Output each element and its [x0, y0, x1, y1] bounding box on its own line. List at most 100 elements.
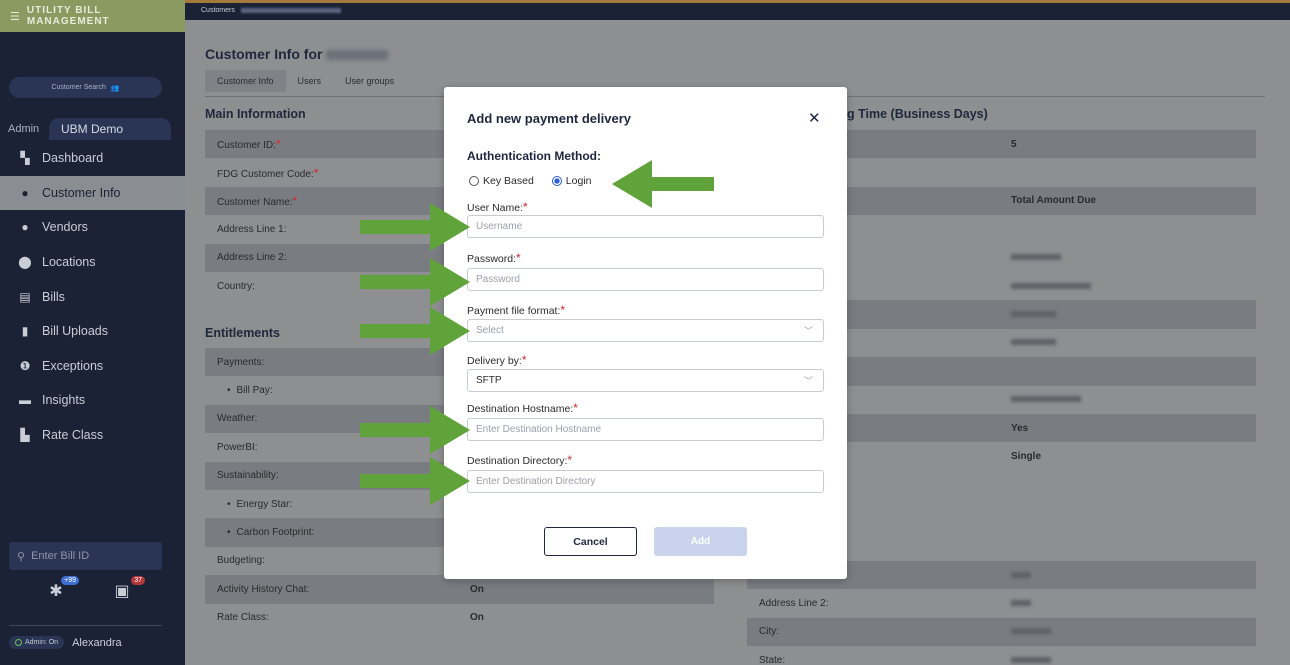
chevron-down-icon: ﹀	[803, 376, 813, 386]
add-button[interactable]: Add	[654, 527, 747, 556]
auth-method-label: Authentication Method:	[467, 149, 601, 163]
dialog-title: Add new payment delivery	[467, 111, 631, 126]
address-label: Address Line 2:	[759, 598, 829, 610]
sidebar-item-insights[interactable]: ▬ Insights	[0, 383, 185, 418]
sidebar-item-label: Vendors	[42, 220, 88, 235]
sidebar-item-bills[interactable]: ▤ Bills	[0, 279, 185, 314]
admin-toggle-label: Admin: On	[25, 639, 59, 646]
tabs: Customer Info Users User groups	[205, 70, 406, 92]
asterisk-icon[interactable]: ✱ +99	[45, 576, 79, 603]
tab-customer-info[interactable]: Customer Info	[205, 70, 286, 92]
breadcrumb-root[interactable]: Customers	[201, 7, 235, 14]
building-icon: ▙	[20, 428, 30, 443]
directory-label-text: Destination Directory:	[467, 455, 568, 467]
address-label: State:	[759, 654, 786, 665]
notification-badges: ✱ +99 ▣ 37	[45, 576, 145, 603]
close-icon[interactable]: ✕	[808, 109, 821, 127]
delivery-label-text: Delivery by:	[467, 355, 522, 367]
username-placeholder: Username	[476, 221, 523, 232]
arrow-annotation-icon	[360, 258, 470, 306]
redacted-text	[1000, 655, 1051, 665]
divider	[9, 625, 162, 626]
customer-search-button[interactable]: Customer Search 👥	[9, 77, 162, 98]
entitlement-label: Rate Class:	[217, 612, 269, 624]
user-name[interactable]: Alexandra	[72, 637, 122, 649]
entitlement-value: On	[470, 583, 484, 595]
info-label: FDG Customer Code:*	[205, 166, 459, 180]
count-badge: 37	[131, 576, 145, 585]
password-placeholder: Password	[476, 274, 520, 285]
bill-id-placeholder: Enter Bill ID	[31, 550, 90, 562]
required-mark: *	[560, 303, 566, 317]
person-icon: ●	[21, 185, 29, 200]
sidebar-item-label: Bills	[42, 289, 65, 304]
info-label-text: Customer Name:	[217, 196, 293, 208]
sidebar-item-locations[interactable]: ⬤ Locations	[0, 245, 185, 280]
entitlement-row: Activity History Chat: On	[205, 575, 714, 604]
format-label: Payment file format:*	[467, 303, 565, 317]
entitlement-label-text: Carbon Footprint:	[236, 527, 315, 539]
payment-format-select[interactable]: Select ﹀	[467, 319, 824, 342]
cancel-button[interactable]: Cancel	[544, 527, 637, 556]
password-label-text: Password:	[467, 253, 517, 265]
redacted-text	[1000, 598, 1031, 609]
delivery-by-select[interactable]: SFTP ﹀	[467, 369, 824, 392]
sidebar: ☰ UTILITY BILL MANAGEMENT Customer Searc…	[0, 0, 185, 665]
entitlement-label: • Carbon Footprint:	[227, 527, 315, 539]
entitlements-heading: Entitlements	[205, 326, 281, 340]
radio-login[interactable]: Login	[551, 175, 592, 187]
sidebar-item-exceptions[interactable]: ❶ Exceptions	[0, 349, 185, 384]
search-icon: ⚲	[17, 550, 26, 563]
bill-icon[interactable]: ▣ 37	[111, 576, 145, 603]
address-label: City:	[759, 626, 779, 638]
breadcrumb: Customers	[201, 7, 341, 14]
sidebar-item-vendors[interactable]: ● Vendors	[0, 210, 185, 245]
sidebar-item-label: Insights	[42, 393, 86, 408]
arrow-annotation-icon	[612, 160, 714, 208]
right-heading: g Time (Business Days)	[847, 107, 988, 121]
entitlement-label-text: Bill Pay:	[236, 385, 273, 397]
entitlement-label: • Bill Pay:	[227, 385, 273, 397]
sidebar-item-label: Customer Info	[42, 185, 121, 200]
entitlement-label: Activity History Chat:	[217, 583, 310, 595]
radio-label: Login	[565, 175, 592, 187]
sidebar-item-bill-uploads[interactable]: ▮ Bill Uploads	[0, 314, 185, 349]
sidebar-item-dashboard[interactable]: ▚ Dashboard	[0, 141, 185, 176]
pin-icon: ⬤	[18, 255, 32, 270]
entitlement-label: Budgeting:	[217, 555, 265, 567]
password-input[interactable]: Password	[467, 268, 824, 291]
alert-icon: ❶	[19, 358, 31, 373]
required-mark: *	[292, 193, 298, 208]
bill-id-search[interactable]: ⚲ Enter Bill ID	[9, 542, 162, 570]
brand-bar[interactable]: ☰ UTILITY BILL MANAGEMENT	[0, 0, 185, 32]
tab-users[interactable]: Users	[286, 70, 334, 92]
people-icon: 👥	[110, 84, 120, 92]
entitlement-row: Rate Class: On	[205, 604, 714, 632]
brand-name: UTILITY BILL MANAGEMENT	[26, 5, 110, 27]
username-input[interactable]: Username	[467, 215, 824, 238]
hostname-label: Destination Hostname:*	[467, 401, 578, 415]
chat-icon: ▬	[19, 393, 31, 408]
status-dot-icon	[15, 639, 22, 646]
radio-key-based[interactable]: Key Based	[469, 175, 534, 187]
admin-toggle[interactable]: Admin: On	[9, 636, 65, 649]
right-value: Total Amount Due	[1011, 195, 1096, 207]
address-row: State:	[747, 646, 1256, 665]
sidebar-item-customer-info[interactable]: ● Customer Info	[0, 175, 185, 211]
entitlement-label: Payments:	[217, 356, 265, 368]
arrow-annotation-icon	[360, 307, 470, 355]
redacted-text	[326, 50, 389, 61]
sidebar-item-rate-class[interactable]: ▙ Rate Class	[0, 418, 185, 453]
directory-input[interactable]: Enter Destination Directory	[467, 470, 824, 493]
sidebar-item-label: Locations	[42, 255, 96, 270]
tenant-selector[interactable]: UBM Demo	[49, 118, 171, 140]
directory-label: Destination Directory:*	[467, 453, 572, 467]
hostname-input[interactable]: Enter Destination Hostname	[467, 418, 824, 441]
page-title: Customer Info for	[205, 46, 389, 62]
right-value: Yes	[1011, 422, 1029, 434]
redacted-text	[1000, 281, 1091, 292]
tab-user-groups[interactable]: User groups	[333, 70, 406, 92]
username-label: User Name:*	[467, 200, 528, 214]
right-value: Single	[1011, 450, 1042, 462]
redacted-text	[1000, 570, 1031, 581]
